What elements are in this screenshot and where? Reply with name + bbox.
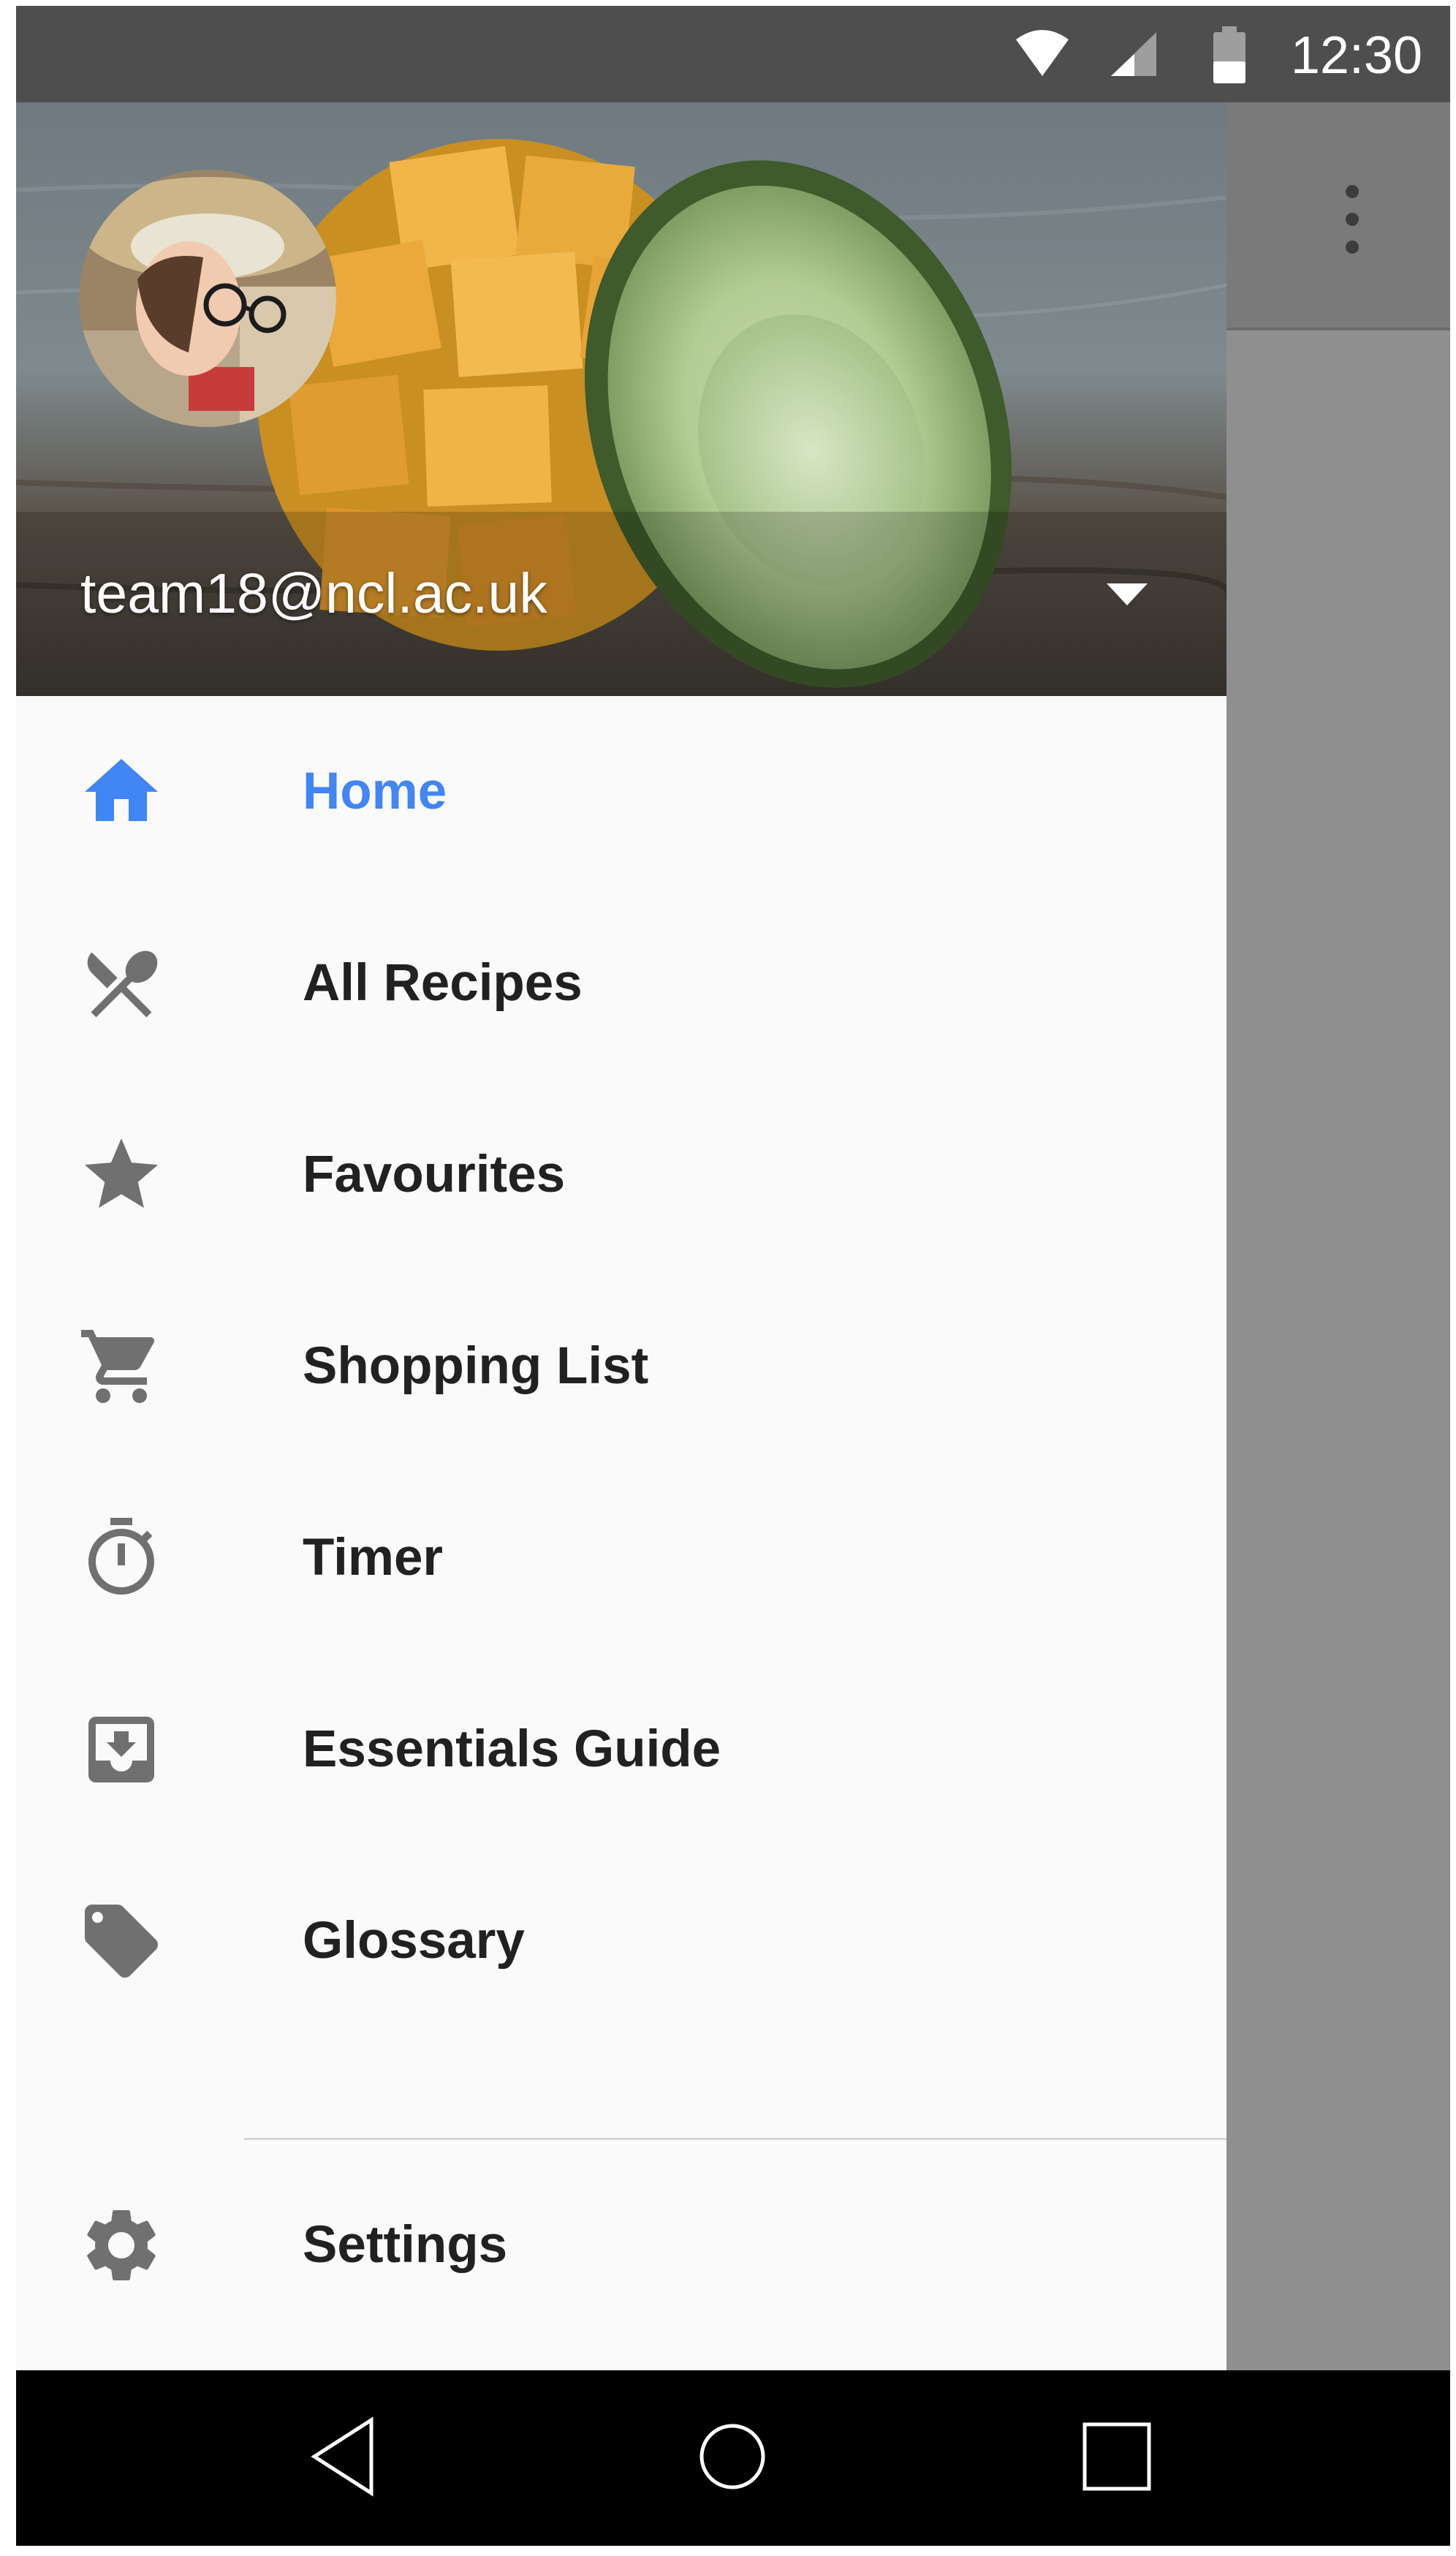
drawer-divider — [244, 2138, 1226, 2140]
drawer-item-essentials-guide[interactable]: Essentials Guide — [16, 1654, 1226, 1845]
back-icon — [311, 2416, 374, 2497]
cellular-signal-icon — [1111, 32, 1156, 76]
shopping-cart-icon — [81, 1330, 155, 1403]
home-circle-icon — [699, 2424, 765, 2489]
drawer-item-label: Home — [303, 763, 447, 820]
drawer-item-label: All Recipes — [303, 954, 583, 1012]
recents-square-icon — [1082, 2422, 1151, 2491]
arrow-drop-down-icon — [1107, 583, 1148, 605]
drawer-item-label: Timer — [303, 1529, 444, 1587]
drawer-item-settings[interactable]: Settings — [16, 2149, 1226, 2341]
drawer-item-label: Favourites — [303, 1146, 566, 1203]
star-icon — [85, 1138, 158, 1208]
account-email: team18@ncl.ac.uk — [80, 562, 547, 625]
back-button[interactable] — [295, 2405, 398, 2508]
avatar[interactable] — [79, 170, 336, 427]
drawer-item-label: Glossary — [303, 1912, 525, 1970]
drawer-item-label: Shopping List — [303, 1337, 649, 1395]
app-screen: 12:30 team18@ncl.ac.uk Home All Recipes … — [16, 6, 1450, 2546]
drawer-item-glossary[interactable]: Glossary — [16, 1845, 1226, 2037]
more-options-button[interactable] — [1324, 178, 1380, 260]
drawer-header: team18@ncl.ac.uk — [16, 102, 1226, 696]
wifi-icon — [1016, 30, 1069, 76]
home-button[interactable] — [681, 2405, 784, 2508]
recents-button[interactable] — [1066, 2405, 1168, 2508]
profile-photo — [79, 170, 336, 427]
restaurant-icon — [87, 950, 158, 1018]
drawer-item-all-recipes[interactable]: All Recipes — [16, 888, 1226, 1079]
account-switcher-button[interactable] — [1086, 557, 1168, 630]
drawer-item-shopping-list[interactable]: Shopping List — [16, 1271, 1226, 1462]
timer-icon — [88, 1518, 154, 1595]
navigation-drawer: team18@ncl.ac.uk Home All Recipes Favour… — [16, 102, 1226, 2370]
drawer-item-home[interactable]: Home — [16, 696, 1226, 888]
battery-icon — [1213, 26, 1245, 83]
more-vert-icon — [1346, 185, 1359, 254]
drawer-item-label: Essentials Guide — [303, 1720, 721, 1778]
drawer-item-label: Settings — [303, 2216, 508, 2274]
status-bar: 12:30 — [16, 6, 1450, 102]
label-tag-icon — [85, 1905, 158, 1978]
drawer-item-timer[interactable]: Timer — [16, 1462, 1226, 1654]
home-icon — [85, 759, 158, 821]
system-navigation-bar — [16, 2370, 1450, 2546]
settings-icon — [87, 2210, 156, 2280]
status-time: 12:30 — [1290, 26, 1422, 85]
drawer-item-favourites[interactable]: Favourites — [16, 1079, 1226, 1271]
move-to-inbox-icon — [88, 1717, 154, 1782]
